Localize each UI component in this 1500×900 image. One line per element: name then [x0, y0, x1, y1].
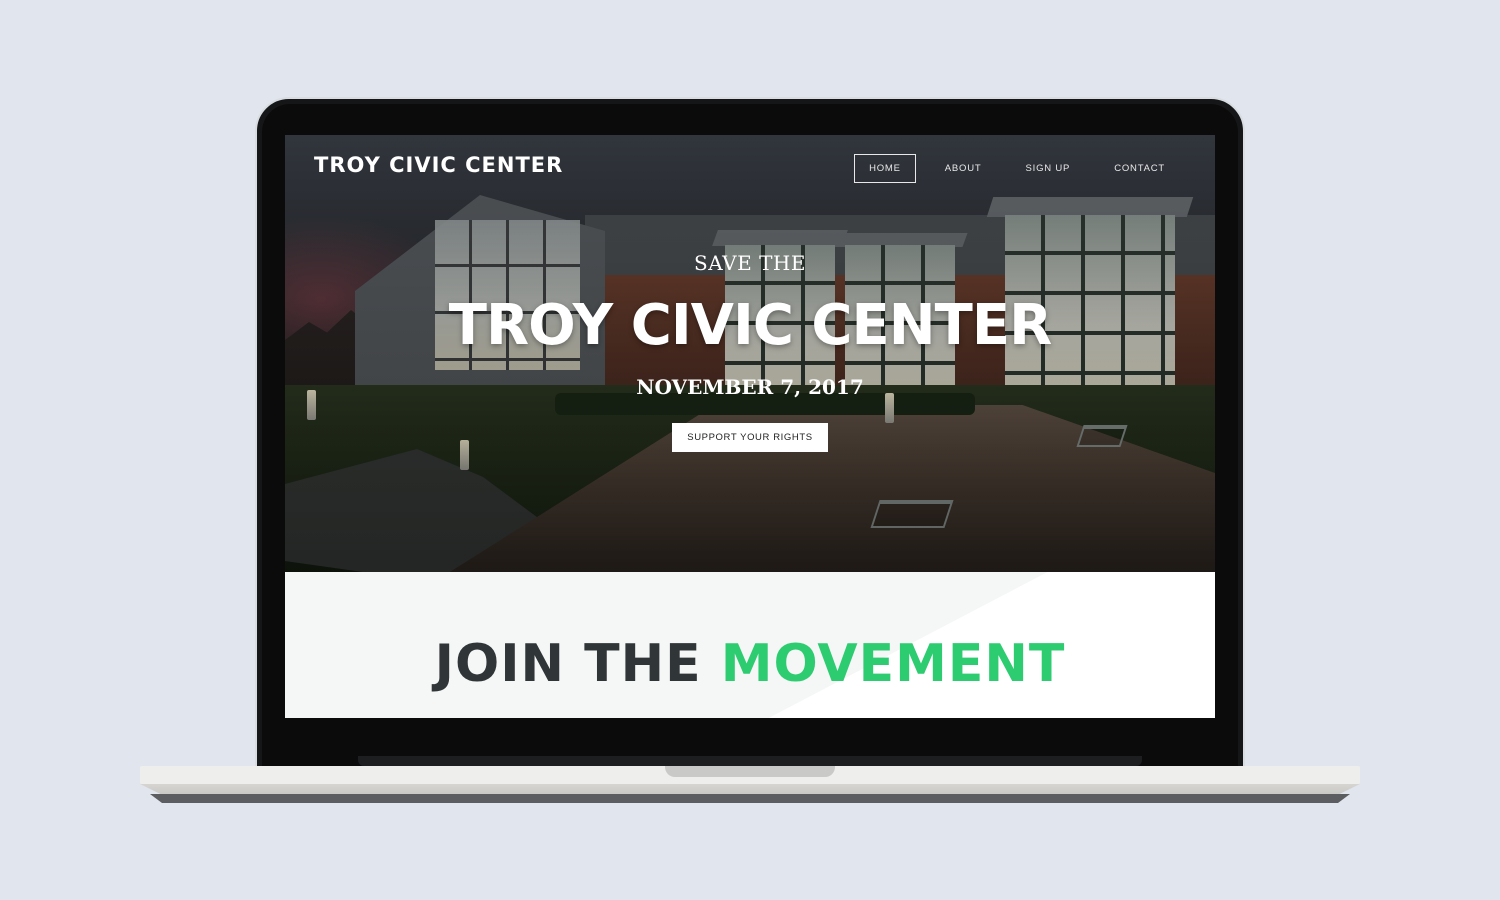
support-your-rights-button[interactable]: SUPPORT YOUR RIGHTS: [672, 423, 828, 452]
nav-item-about[interactable]: ABOUT: [930, 154, 997, 183]
join-title-accent: MOVEMENT: [720, 634, 1066, 694]
join-title-dark: JOIN THE: [434, 634, 721, 694]
hero-kicker: SAVE THE: [694, 251, 806, 275]
main-nav: HOME ABOUT SIGN UP CONTACT: [854, 154, 1180, 183]
mockup-stage: TROY CIVIC CENTER HOME ABOUT SIGN UP CON…: [0, 0, 1500, 900]
join-title: JOIN THE MOVEMENT: [285, 634, 1215, 694]
laptop-screen: TROY CIVIC CENTER HOME ABOUT SIGN UP CON…: [285, 135, 1215, 718]
hero-date: NOVEMBER 7, 2017: [636, 375, 864, 399]
site-brand[interactable]: TROY CIVIC CENTER: [314, 153, 563, 177]
nav-item-sign-up[interactable]: SIGN UP: [1011, 154, 1086, 183]
nav-item-home[interactable]: HOME: [854, 154, 916, 183]
nav-item-contact[interactable]: CONTACT: [1099, 154, 1180, 183]
hero-headline: TROY CIVIC CENTER: [448, 293, 1052, 358]
laptop-base-shadow: [150, 794, 1350, 803]
laptop-notch: [665, 766, 835, 777]
hero-section: TROY CIVIC CENTER HOME ABOUT SIGN UP CON…: [285, 135, 1215, 572]
laptop-hinge: [358, 756, 1142, 766]
join-section: JOIN THE MOVEMENT: [285, 572, 1215, 718]
